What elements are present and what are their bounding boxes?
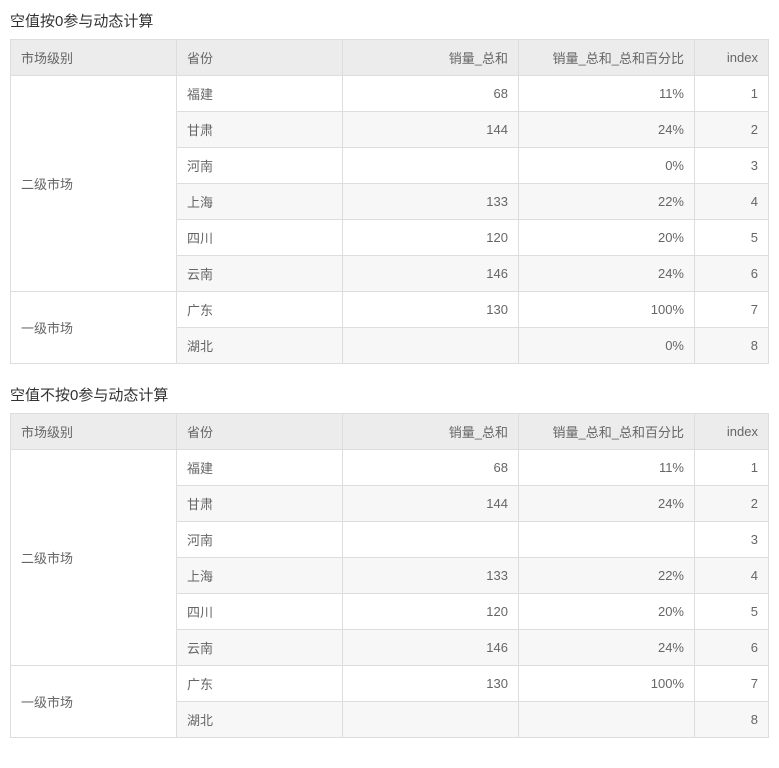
pct-cell: 11% [519,450,695,486]
pct-cell [519,522,695,558]
pct-cell: 24% [519,112,695,148]
table-section: 空值按0参与动态计算市场级别省份销量_总和销量_总和_总和百分比index二级市… [10,10,769,364]
sum-cell: 146 [343,630,519,666]
province-cell: 云南 [177,256,343,292]
table-section: 空值不按0参与动态计算市场级别省份销量_总和销量_总和_总和百分比index二级… [10,384,769,738]
pct-cell: 20% [519,594,695,630]
pct-cell: 0% [519,148,695,184]
pct-cell: 100% [519,666,695,702]
province-cell: 上海 [177,558,343,594]
sum-cell: 146 [343,256,519,292]
sum-cell: 68 [343,76,519,112]
index-cell: 7 [695,666,769,702]
header-market: 市场级别 [11,40,177,76]
province-cell: 甘肃 [177,112,343,148]
index-cell: 3 [695,148,769,184]
province-cell: 广东 [177,292,343,328]
pct-cell: 24% [519,630,695,666]
index-cell: 4 [695,184,769,220]
section-title: 空值按0参与动态计算 [10,10,769,31]
index-cell: 1 [695,450,769,486]
sum-cell [343,702,519,738]
province-cell: 湖北 [177,702,343,738]
index-cell: 6 [695,630,769,666]
sum-cell: 120 [343,220,519,256]
table-row: 一级市场广东130100%7 [11,666,769,702]
header-index: index [695,414,769,450]
sum-cell [343,148,519,184]
index-cell: 6 [695,256,769,292]
sum-cell: 144 [343,486,519,522]
sum-cell: 68 [343,450,519,486]
sum-cell: 130 [343,292,519,328]
sum-cell: 133 [343,184,519,220]
index-cell: 2 [695,486,769,522]
table-header-row: 市场级别省份销量_总和销量_总和_总和百分比index [11,414,769,450]
data-table: 市场级别省份销量_总和销量_总和_总和百分比index二级市场福建6811%1甘… [10,39,769,364]
pct-cell: 11% [519,76,695,112]
index-cell: 7 [695,292,769,328]
table-header-row: 市场级别省份销量_总和销量_总和_总和百分比index [11,40,769,76]
market-cell: 一级市场 [11,292,177,364]
pct-cell: 24% [519,486,695,522]
market-cell: 二级市场 [11,76,177,292]
header-index: index [695,40,769,76]
province-cell: 四川 [177,594,343,630]
sum-cell [343,522,519,558]
market-cell: 二级市场 [11,450,177,666]
index-cell: 3 [695,522,769,558]
header-sum: 销量_总和 [343,414,519,450]
province-cell: 湖北 [177,328,343,364]
pct-cell: 100% [519,292,695,328]
header-pct: 销量_总和_总和百分比 [519,40,695,76]
header-market: 市场级别 [11,414,177,450]
province-cell: 河南 [177,148,343,184]
sum-cell: 144 [343,112,519,148]
province-cell: 福建 [177,76,343,112]
sum-cell: 120 [343,594,519,630]
header-province: 省份 [177,40,343,76]
index-cell: 2 [695,112,769,148]
pct-cell: 22% [519,558,695,594]
province-cell: 云南 [177,630,343,666]
province-cell: 福建 [177,450,343,486]
pct-cell: 24% [519,256,695,292]
sum-cell: 133 [343,558,519,594]
header-pct: 销量_总和_总和百分比 [519,414,695,450]
sum-cell: 130 [343,666,519,702]
data-table: 市场级别省份销量_总和销量_总和_总和百分比index二级市场福建6811%1甘… [10,413,769,738]
pct-cell: 0% [519,328,695,364]
index-cell: 4 [695,558,769,594]
index-cell: 8 [695,702,769,738]
market-cell: 一级市场 [11,666,177,738]
section-title: 空值不按0参与动态计算 [10,384,769,405]
province-cell: 甘肃 [177,486,343,522]
province-cell: 上海 [177,184,343,220]
table-row: 二级市场福建6811%1 [11,76,769,112]
index-cell: 5 [695,220,769,256]
pct-cell: 20% [519,220,695,256]
header-sum: 销量_总和 [343,40,519,76]
header-province: 省份 [177,414,343,450]
province-cell: 四川 [177,220,343,256]
index-cell: 8 [695,328,769,364]
province-cell: 河南 [177,522,343,558]
pct-cell [519,702,695,738]
sum-cell [343,328,519,364]
province-cell: 广东 [177,666,343,702]
pct-cell: 22% [519,184,695,220]
index-cell: 1 [695,76,769,112]
table-row: 二级市场福建6811%1 [11,450,769,486]
index-cell: 5 [695,594,769,630]
table-row: 一级市场广东130100%7 [11,292,769,328]
